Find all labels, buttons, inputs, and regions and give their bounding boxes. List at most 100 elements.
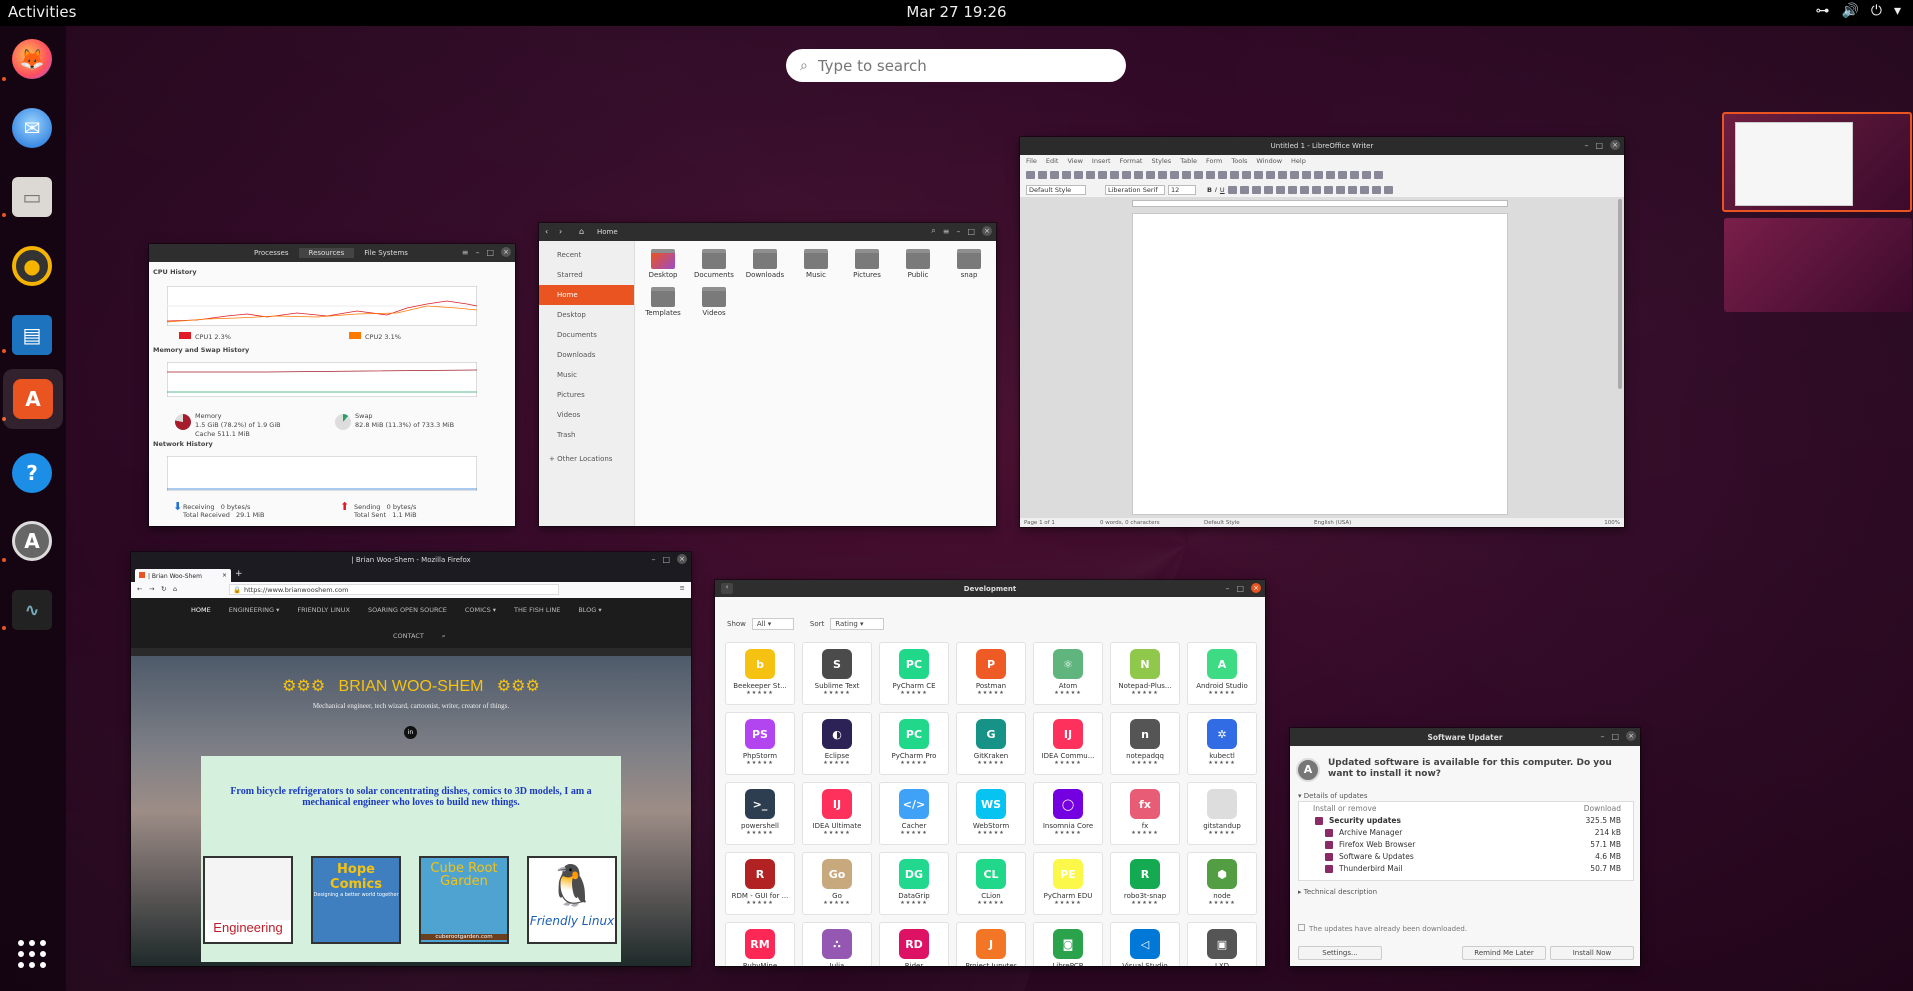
- app-tile[interactable]: ⚛ Atom ★★★★★: [1033, 642, 1103, 705]
- close-button[interactable]: ×: [982, 226, 992, 236]
- app-tile[interactable]: P Postman ★★★★★: [956, 642, 1026, 705]
- menu-view[interactable]: View: [1067, 157, 1082, 165]
- system-tray[interactable]: ⊶ 🔊 ⏻ ▾: [1815, 3, 1901, 19]
- app-tile[interactable]: S Sublime Text ★★★★★: [802, 642, 872, 705]
- menu-form[interactable]: Form: [1206, 157, 1222, 165]
- document-page[interactable]: [1132, 213, 1508, 515]
- software-updater-window[interactable]: Software Updater – □ × A Updated software …: [1290, 728, 1640, 966]
- tab-processes[interactable]: Processes: [244, 248, 299, 258]
- folder-desktop[interactable]: Desktop: [641, 249, 685, 279]
- standard-toolbar[interactable]: [1020, 167, 1624, 182]
- maximize-button[interactable]: □: [967, 227, 975, 236]
- app-tile[interactable]: ▣LXD★★★★★: [1187, 922, 1257, 966]
- menu-window[interactable]: Window: [1256, 157, 1282, 165]
- app-tile[interactable]: </> Cacher ★★★★★: [879, 782, 949, 845]
- app-tile[interactable]: WS WebStorm ★★★★★: [956, 782, 1026, 845]
- close-tab-icon[interactable]: ×: [222, 572, 227, 579]
- formatting-toolbar[interactable]: Default Style Liberation Serif 12 BIU: [1020, 182, 1624, 197]
- minimize-button[interactable]: –: [1584, 141, 1588, 150]
- card-hope-comics[interactable]: Hope Comics Designing a better world tog…: [311, 856, 401, 944]
- folder-templates[interactable]: Templates: [641, 287, 685, 317]
- firefox-icon[interactable]: 🦊: [9, 36, 55, 82]
- app-tile[interactable]: ⬢ node ★★★★★: [1187, 852, 1257, 915]
- search-input[interactable]: [817, 56, 1078, 75]
- checkbox[interactable]: [1325, 865, 1333, 873]
- new-tab-button[interactable]: +: [235, 569, 243, 579]
- maximize-button[interactable]: □: [1611, 732, 1619, 741]
- app-tile[interactable]: Go Go ★★★★★: [802, 852, 872, 915]
- page-style[interactable]: Default Style: [1204, 520, 1314, 526]
- menu-format[interactable]: Format: [1120, 157, 1143, 165]
- app-tile[interactable]: A Android Studio ★★★★★: [1187, 642, 1257, 705]
- bold-button[interactable]: B: [1207, 186, 1212, 194]
- details-expander[interactable]: ▾ Details of updates: [1298, 792, 1368, 800]
- column-download[interactable]: Download: [1584, 804, 1621, 813]
- folder-pictures[interactable]: Pictures: [845, 249, 889, 279]
- app-tile[interactable]: RMRubyMine★★★★★: [725, 922, 795, 966]
- app-tile[interactable]: RDRider★★★★★: [879, 922, 949, 966]
- workspace-thumbnail-1[interactable]: [1722, 112, 1912, 212]
- app-tile[interactable]: G GitKraken ★★★★★: [956, 712, 1026, 775]
- sidebar-item-downloads[interactable]: Downloads: [539, 345, 634, 365]
- tab-file-systems[interactable]: File Systems: [354, 248, 418, 258]
- menu-tools[interactable]: Tools: [1231, 157, 1247, 165]
- sidebar-item-documents[interactable]: Documents: [539, 325, 634, 345]
- sidebar-item-home[interactable]: Home: [539, 285, 634, 305]
- folder-music[interactable]: Music: [794, 249, 838, 279]
- font-size-select[interactable]: 12: [1168, 184, 1196, 195]
- app-tile[interactable]: ◯ Insomnia Core ★★★★★: [1033, 782, 1103, 845]
- checkbox[interactable]: [1315, 817, 1323, 825]
- close-button[interactable]: ×: [1610, 140, 1620, 150]
- titlebar[interactable]: Software Updater – □ ×: [1290, 728, 1640, 746]
- app-tile[interactable]: fx fx ★★★★★: [1110, 782, 1180, 845]
- menu-icon[interactable]: ≡: [680, 584, 685, 592]
- remind-me-later-button[interactable]: Remind Me Later: [1462, 946, 1546, 960]
- zoom-level[interactable]: 100%: [1604, 520, 1624, 526]
- back-button[interactable]: ‹: [545, 227, 548, 236]
- app-tile[interactable]: gitstandup ★★★★★: [1187, 782, 1257, 845]
- menu-styles[interactable]: Styles: [1151, 157, 1171, 165]
- path-home[interactable]: Home: [597, 228, 618, 236]
- card-cube-root-garden[interactable]: Cube Root Garden cuberootgarden.com: [419, 856, 509, 944]
- minimize-button[interactable]: –: [1600, 732, 1604, 741]
- folder-videos[interactable]: Videos: [692, 287, 736, 317]
- maximize-button[interactable]: □: [1236, 584, 1244, 593]
- help-icon[interactable]: ?: [9, 450, 55, 496]
- app-tile[interactable]: N Notepad-Plus... ★★★★★: [1110, 642, 1180, 705]
- menu-help[interactable]: Help: [1291, 157, 1306, 165]
- nav-fish-line[interactable]: THE FISH LINE: [514, 606, 560, 614]
- app-tile[interactable]: PC PyCharm Pro ★★★★★: [879, 712, 949, 775]
- sidebar-item-trash[interactable]: Trash: [539, 425, 634, 445]
- titlebar[interactable]: ‹ Development – □ ×: [715, 580, 1265, 597]
- sidebar-item-recent[interactable]: Recent: [539, 245, 634, 265]
- files-icon[interactable]: ▭: [9, 174, 55, 220]
- clock[interactable]: Mar 27 19:26: [0, 3, 1913, 21]
- app-tile[interactable]: ◐ Eclipse ★★★★★: [802, 712, 872, 775]
- app-grid-icon[interactable]: [9, 931, 55, 977]
- italic-button[interactable]: I: [1215, 186, 1217, 194]
- install-now-button[interactable]: Install Now: [1550, 946, 1634, 960]
- minimize-button[interactable]: –: [651, 555, 655, 564]
- rhythmbox-icon[interactable]: ●: [9, 243, 55, 289]
- browser-tab[interactable]: | Brian Woo-Shem ×: [135, 569, 231, 582]
- writer-icon[interactable]: ▤: [9, 312, 55, 358]
- app-tile[interactable]: JProject Jupyter★★★★★: [956, 922, 1026, 966]
- updater-icon[interactable]: A: [9, 518, 55, 564]
- minimize-button[interactable]: –: [956, 227, 960, 236]
- nav-contact[interactable]: CONTACT: [393, 632, 424, 641]
- software-window[interactable]: ‹ Development – □ × Show All ▾ Sort Rating…: [715, 580, 1265, 966]
- app-tile[interactable]: ✲ kubectl ★★★★★: [1187, 712, 1257, 775]
- column-install-or-remove[interactable]: Install or remove: [1313, 804, 1377, 813]
- titlebar[interactable]: Processes Resources File Systems ≡ – □ ×: [149, 244, 515, 262]
- view-list-icon[interactable]: ≡: [943, 227, 950, 236]
- url-bar[interactable]: 🔒 https://www.brianwooshem.com: [229, 584, 559, 595]
- checkbox[interactable]: [1325, 853, 1333, 861]
- close-button[interactable]: ×: [501, 247, 511, 257]
- software-icon[interactable]: A: [3, 369, 63, 429]
- checkbox[interactable]: [1325, 841, 1333, 849]
- card-friendly-linux[interactable]: 🐧 Friendly Linux: [527, 856, 617, 944]
- search-icon[interactable]: ⌕: [442, 632, 446, 641]
- app-tile[interactable]: ∴Julia★★★★★: [802, 922, 872, 966]
- underline-button[interactable]: U: [1220, 186, 1225, 194]
- menu-icon[interactable]: ≡: [462, 248, 469, 257]
